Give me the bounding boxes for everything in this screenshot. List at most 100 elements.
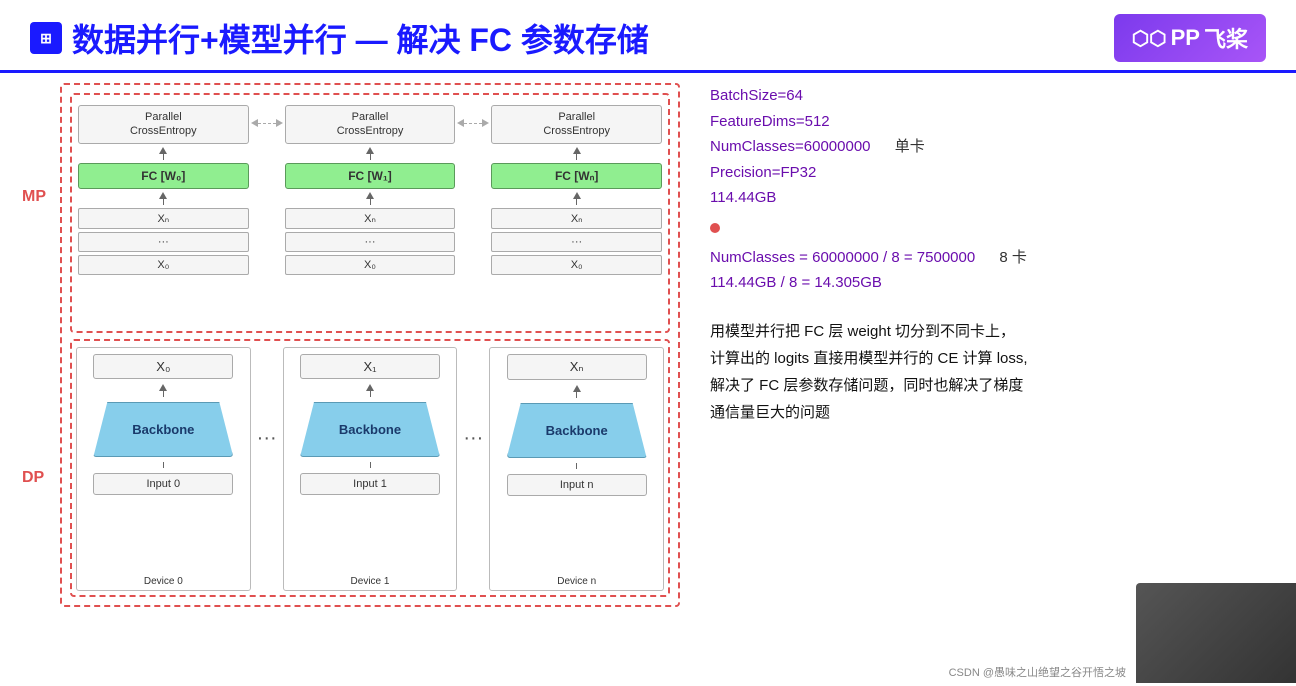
dp-arrow-head-n	[573, 385, 581, 392]
arrow-head-fc-0	[159, 192, 167, 199]
v-arrow-n	[573, 147, 581, 160]
arr-l-0	[251, 119, 258, 127]
dots-box-1: ···	[285, 232, 456, 252]
stat2-numclasses: NumClasses = 60000000 / 8 = 7500000 8 卡	[710, 245, 1266, 271]
main-content: MP DP ParallelCrossEntropy	[0, 73, 1296, 686]
stat2-numclasses-text: NumClasses = 60000000 / 8 = 7500000	[710, 249, 975, 266]
video-thumbnail	[1136, 583, 1296, 683]
dots-box-n: ···	[491, 232, 662, 252]
dots-box-0: ···	[78, 232, 249, 252]
dp-label: DP	[22, 469, 44, 487]
v-arrow-fc-0	[159, 192, 167, 205]
xn-box-1: Xₙ	[285, 208, 456, 229]
outer-diagram-box: ParallelCrossEntropy FC [W₀] Xₙ	[60, 83, 680, 607]
dp-device-0: X₀ Backbone Input 0 Device 0	[76, 347, 251, 591]
arr-r-1	[482, 119, 489, 127]
dp-arrow-line-bb-0	[163, 462, 164, 468]
red-dot-separator	[710, 223, 1266, 233]
parallel-crossentropy-0: ParallelCrossEntropy	[78, 105, 249, 144]
stat-numclasses-text: NumClasses=60000000	[710, 138, 871, 155]
fc-w0-box: FC [W₀]	[78, 163, 249, 189]
dp-v-arrow-1	[366, 384, 374, 397]
arrow-line-fc-0	[163, 199, 164, 205]
mp-section: ParallelCrossEntropy FC [W₀] Xₙ	[70, 93, 670, 333]
mp-devices-row: ParallelCrossEntropy FC [W₀] Xₙ	[76, 101, 664, 327]
stat-numclasses: NumClasses=60000000 单卡	[710, 134, 1266, 160]
arrow-line-0	[163, 154, 164, 160]
device-n-label: Device n	[557, 576, 596, 587]
header: ⊞ 数据并行+模型并行 — 解决 FC 参数存储 ⬡⬡ PP 飞桨	[0, 0, 1296, 73]
dp-v-arrow-0	[159, 384, 167, 397]
arrow-line-n	[576, 154, 577, 160]
input-n: Input n	[507, 474, 647, 496]
stat-featuredims: FeatureDims=512	[710, 109, 1266, 135]
diagram-area: MP DP ParallelCrossEntropy	[20, 83, 680, 676]
arrow-head-fc-1	[366, 192, 374, 199]
dp-dots-0: ···	[255, 347, 279, 450]
arrow-between-0-1	[251, 101, 283, 127]
fc-wn-box: FC [Wₙ]	[491, 163, 662, 189]
arrow-head-fc-n	[573, 192, 581, 199]
x0-box-n: X₀	[491, 255, 662, 275]
mp-device-n: ParallelCrossEntropy FC [Wₙ] Xₙ	[489, 101, 664, 279]
stat2-gb: 114.44GB / 8 = 14.305GB	[710, 270, 1266, 296]
x0-dp-label: X₀	[93, 354, 233, 379]
backbone-1: Backbone	[300, 402, 440, 457]
arrow-line-fc-1	[370, 199, 371, 205]
x1-dp-label: X₁	[300, 354, 440, 379]
stats-block-1: BatchSize=64 FeatureDims=512 NumClasses=…	[710, 83, 1266, 211]
x0-box-1: X₀	[285, 255, 456, 275]
parallel-crossentropy-1: ParallelCrossEntropy	[285, 105, 456, 144]
device-1-label: Device 1	[351, 576, 390, 587]
red-dot-icon	[710, 223, 720, 233]
dp-device-1: X₁ Backbone Input 1 Device 1	[283, 347, 458, 591]
logo-icon: ⬡⬡	[1132, 26, 1167, 51]
horiz-dashed-1	[457, 119, 489, 127]
page-title: 数据并行+模型并行 — 解决 FC 参数存储	[72, 15, 649, 61]
horiz-dashed-0	[251, 119, 283, 127]
dp-arrow-line-bb-n	[576, 463, 577, 469]
mp-device-1: ParallelCrossEntropy FC [W₁] Xₙ	[283, 101, 458, 279]
arr-l-1	[457, 119, 464, 127]
dp-arrow-line-bb-1	[370, 462, 371, 468]
logo-text: 飞桨	[1204, 22, 1248, 54]
arrow-head-n	[573, 147, 581, 154]
logo-prefix: PP	[1171, 25, 1200, 51]
stats-block-2: NumClasses = 60000000 / 8 = 7500000 8 卡 …	[710, 245, 1266, 296]
mp-label: MP	[22, 188, 46, 206]
dp-v-arrow-bb-1	[370, 462, 371, 468]
mp-device-0: ParallelCrossEntropy FC [W₀] Xₙ	[76, 101, 251, 279]
v-arrow-fc-1	[366, 192, 374, 205]
dp-devices-row: X₀ Backbone Input 0 Device 0	[76, 347, 664, 591]
dp-section: X₀ Backbone Input 0 Device 0	[70, 339, 670, 597]
arrow-between-1-dots	[457, 101, 489, 127]
arrow-line-1	[370, 154, 371, 160]
backbone-0: Backbone	[93, 402, 233, 457]
header-icon: ⊞	[30, 22, 62, 54]
backbone-n: Backbone	[507, 403, 647, 458]
dp-dots-1: ···	[461, 347, 485, 450]
dp-arrow-line-n	[576, 392, 577, 398]
fc-w1-box: FC [W₁]	[285, 163, 456, 189]
stat-gb: 114.44GB	[710, 185, 1266, 211]
dashed-line-0	[258, 123, 276, 124]
stat-batchsize: BatchSize=64	[710, 83, 1266, 109]
dp-arrow-head-0	[159, 384, 167, 391]
dashed-line-1	[464, 123, 482, 124]
stat-precision: Precision=FP32	[710, 160, 1266, 186]
logo-area: ⬡⬡ PP 飞桨	[1114, 14, 1266, 62]
parallel-crossentropy-n: ParallelCrossEntropy	[491, 105, 662, 144]
v-arrow-0	[159, 147, 167, 160]
stat-unit-single: 单卡	[895, 138, 925, 155]
input-1: Input 1	[300, 473, 440, 495]
dp-v-arrow-bb-0	[163, 462, 164, 468]
watermark: CSDN @愚味之山绝望之谷开悟之坡	[949, 664, 1126, 680]
stat2-unit-8: 8 卡	[999, 249, 1027, 266]
header-title-area: ⊞ 数据并行+模型并行 — 解决 FC 参数存储	[30, 15, 649, 61]
arrow-head-1	[366, 147, 374, 154]
arrow-head-0	[159, 147, 167, 154]
xn-dp-label: Xₙ	[507, 354, 647, 380]
dp-arrow-head-1	[366, 384, 374, 391]
dp-v-arrow-bb-n	[576, 463, 577, 469]
input-0: Input 0	[93, 473, 233, 495]
